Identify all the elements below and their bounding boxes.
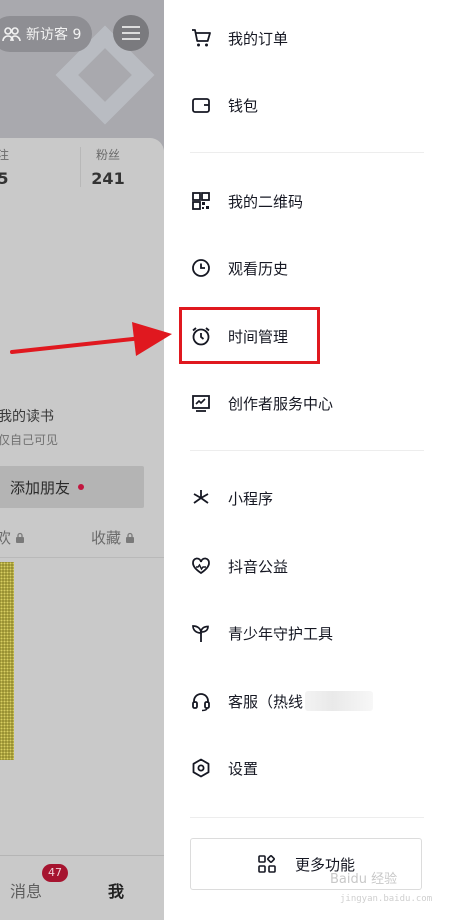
menu-item-label: 抖音公益: [228, 557, 289, 576]
menu-item-wallet[interactable]: 钱包: [190, 85, 258, 125]
menu-item-label: 设置: [228, 759, 259, 778]
menu-item-customer-service[interactable]: 客服（热线: [190, 681, 374, 721]
cart-icon: [190, 27, 212, 49]
watermark-url: jingyan.baidu.com: [340, 894, 433, 904]
new-visitor-pill[interactable]: 新访客 9: [0, 16, 92, 52]
tab-favorites-label: 收藏: [91, 529, 122, 547]
grid-apps-icon: [258, 855, 276, 873]
hamburger-icon: [122, 26, 140, 40]
stat-followers[interactable]: 粉丝 241: [88, 146, 128, 188]
video-thumbnail[interactable]: [0, 562, 14, 760]
stat-following-value: 5: [0, 169, 9, 188]
stat-divider: [80, 147, 81, 187]
tab-likes[interactable]: 欢: [0, 527, 25, 548]
menu-divider: [190, 152, 424, 153]
heart-pulse-icon: [190, 555, 212, 577]
add-friend-button[interactable]: 添加朋友: [0, 466, 144, 508]
notification-dot: [78, 484, 85, 490]
people-icon: [2, 26, 22, 42]
redacted-hotline: [305, 691, 374, 711]
menu-item-orders[interactable]: 我的订单: [190, 18, 288, 58]
reading-title[interactable]: 我的读书: [0, 406, 54, 426]
menu-item-qrcode[interactable]: 我的二维码: [190, 181, 303, 221]
menu-item-youth-protection[interactable]: 青少年守护工具: [190, 613, 333, 653]
hexagon-gear-icon: [190, 757, 212, 779]
menu-divider: [190, 817, 424, 818]
headset-icon: [190, 690, 212, 712]
menu-item-label: 我的订单: [228, 29, 289, 48]
clock-icon: [190, 257, 212, 279]
menu-item-label: 钱包: [228, 96, 259, 115]
side-drawer: 我的订单 钱包 我的二维码 观看历史 时间管理 创作者服务中心 小程序 抖音公益…: [164, 0, 450, 920]
messages-badge: 47: [42, 864, 68, 882]
lock-icon: [126, 532, 135, 543]
menu-item-label: 青少年守护工具: [228, 624, 334, 643]
lock-icon: [16, 532, 25, 543]
menu-item-watch-history[interactable]: 观看历史: [190, 248, 288, 288]
reading-visibility: 仅自己可见: [0, 433, 59, 447]
menu-item-label: 创作者服务中心: [228, 394, 334, 413]
hamburger-menu-button[interactable]: [113, 15, 149, 51]
nav-messages[interactable]: 消息: [10, 878, 42, 902]
menu-item-settings[interactable]: 设置: [190, 748, 258, 788]
new-visitor-label: 新访客 9: [26, 27, 82, 43]
menu-item-mini-programs[interactable]: 小程序: [190, 478, 273, 518]
tab-divider: [0, 557, 164, 558]
menu-item-label: 观看历史: [228, 259, 289, 278]
sprout-icon: [190, 622, 212, 644]
asterisk-icon: [190, 487, 212, 509]
nav-me[interactable]: 我: [108, 878, 124, 902]
menu-divider: [190, 450, 424, 451]
watermark-logo: Baidu 经验: [330, 872, 398, 887]
add-friend-label: 添加朋友: [10, 478, 71, 497]
annotation-highlight-box: [179, 307, 320, 364]
tab-likes-label: 欢: [0, 529, 12, 547]
menu-item-label: 小程序: [228, 489, 274, 508]
menu-item-creator-center[interactable]: 创作者服务中心: [190, 383, 333, 423]
menu-item-public-welfare[interactable]: 抖音公益: [190, 546, 288, 586]
menu-item-label: 客服（热线: [228, 692, 304, 711]
stat-following-label: 注: [0, 148, 9, 162]
profile-page-dimmed: 新访客 9 注 5 粉丝 241 我的读书 仅自己可见 添加朋友 欢 收藏 消息…: [0, 0, 164, 920]
qrcode-icon: [190, 190, 212, 212]
wallet-icon: [190, 94, 212, 116]
menu-item-label: 我的二维码: [228, 192, 304, 211]
tab-favorites[interactable]: 收藏: [91, 527, 135, 548]
monitor-chart-icon: [190, 392, 212, 414]
stat-followers-label: 粉丝: [95, 148, 120, 162]
stat-following[interactable]: 注 5: [0, 146, 10, 188]
stat-followers-value: 241: [91, 169, 125, 188]
